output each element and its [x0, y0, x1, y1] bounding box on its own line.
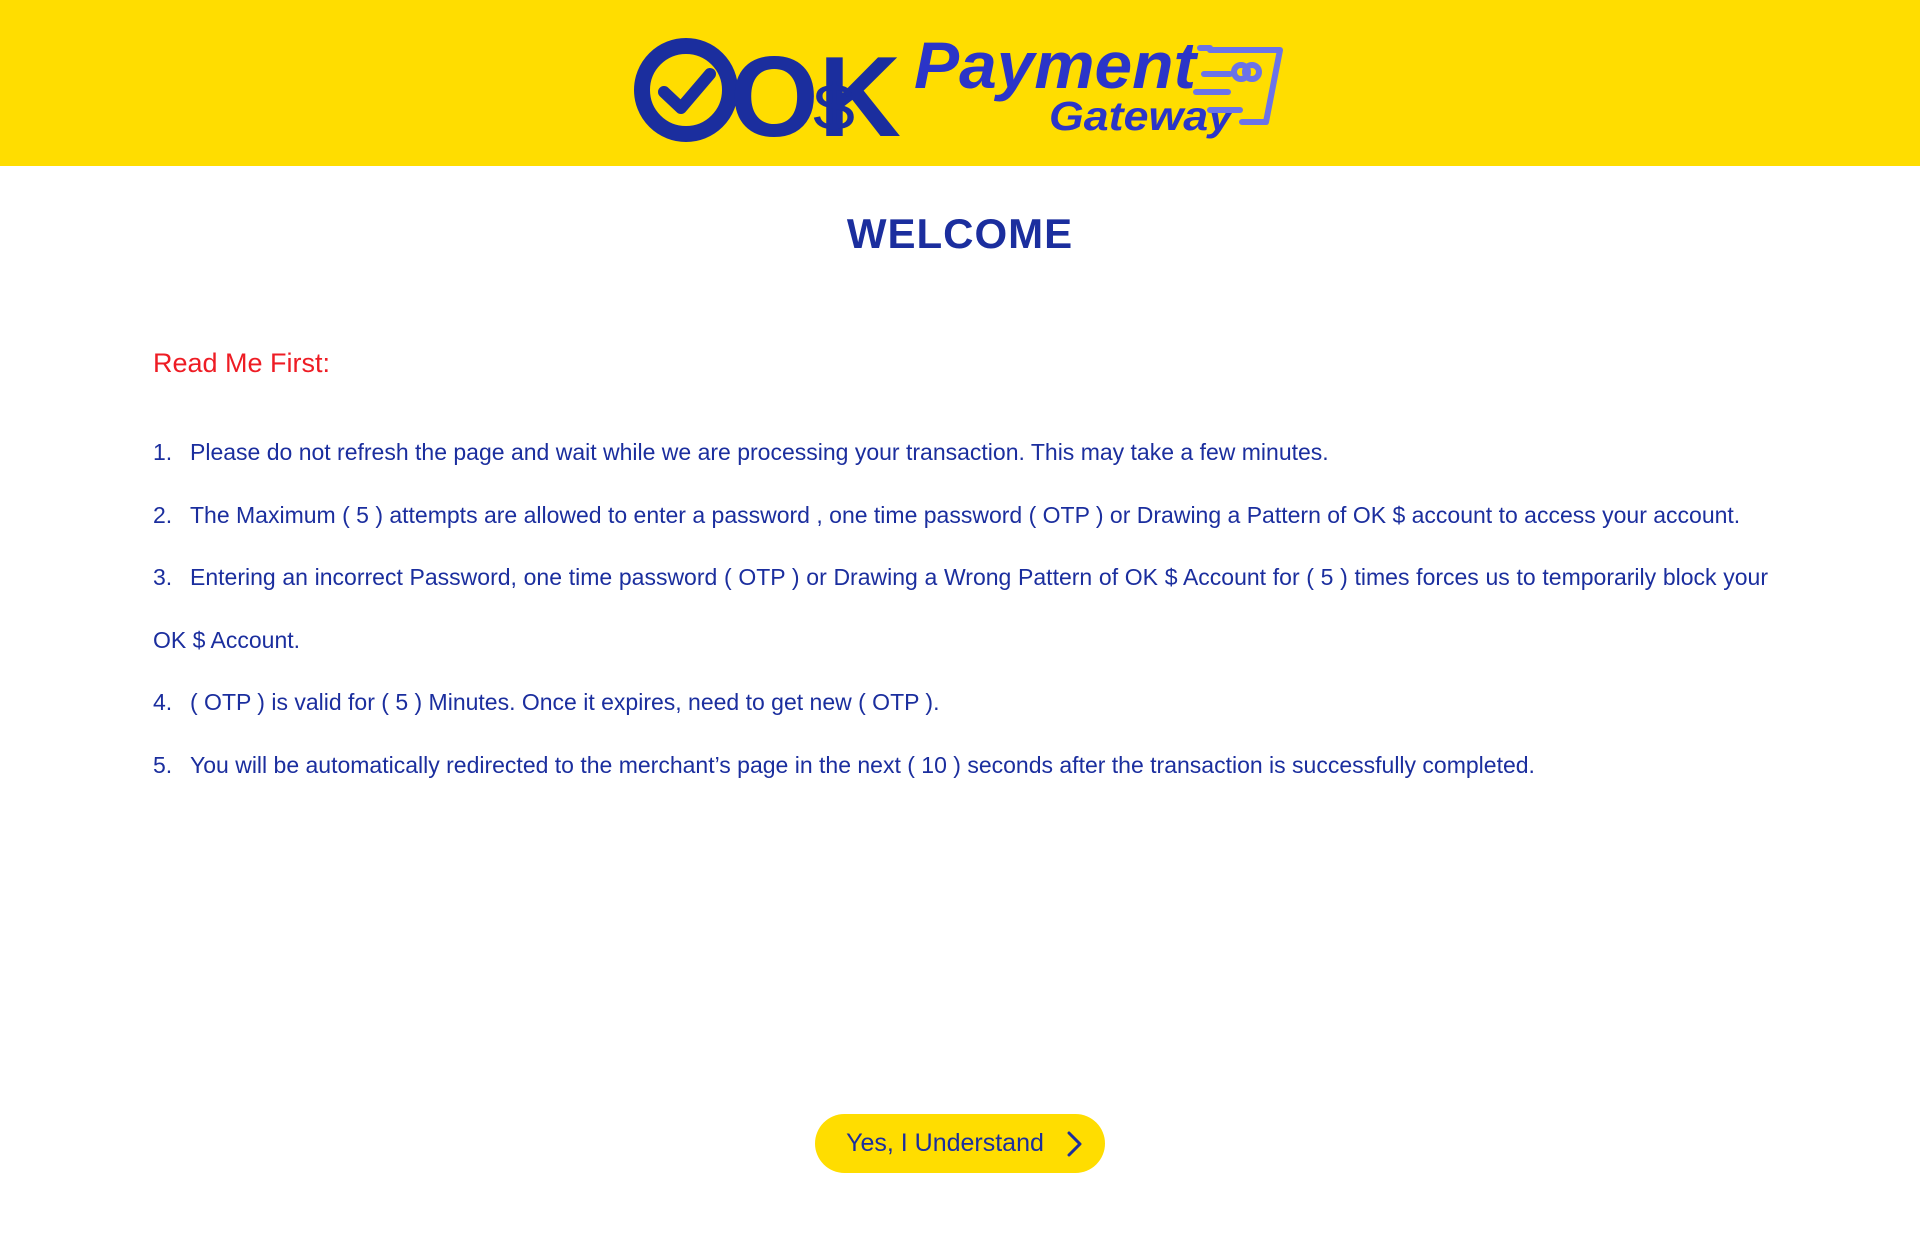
- logo-title-gateway: Gateway: [1049, 93, 1235, 139]
- rule-number: 1.: [153, 439, 173, 465]
- rule-item-3: 3. Entering an incorrect Password, one ti…: [153, 546, 1768, 671]
- read-first-label: Read Me First:: [153, 348, 331, 378]
- page-title: WELCOME: [846, 210, 1074, 257]
- rule-number: 2.: [153, 501, 173, 528]
- chevron-right-icon: [1067, 1131, 1082, 1156]
- card-icon: [1193, 45, 1283, 125]
- rule-text: Entering an incorrect Password, one time…: [153, 564, 1768, 653]
- instructions-panel: Read Me First: 1. Please do not refresh …: [153, 348, 1768, 796]
- header-bar: OK $ Payment Gateway: [0, 0, 1920, 166]
- rule-number: 4.: [153, 689, 173, 715]
- rule-item-2: 2. The Maximum ( 5 ) attempts are allowed…: [153, 484, 1768, 547]
- rule-item-5: 5. You will be automatically redirected …: [153, 734, 1768, 797]
- logo-currency-symbol: $: [813, 70, 855, 144]
- ok-check-icon: [634, 38, 738, 142]
- yes-i-understand-button[interactable]: Yes, I Understand: [815, 1114, 1105, 1173]
- logo-graphic: OK $ Payment Gateway: [634, 30, 1283, 150]
- rule-number: 5.: [153, 751, 173, 778]
- rule-item-4: 4. ( OTP ) is valid for ( 5 ) Minutes. O…: [153, 671, 1768, 734]
- rules-list: 1. Please do not refresh the page and wa…: [153, 421, 1768, 796]
- rule-text: ( OTP ) is valid for ( 5 ) Minutes. Once…: [190, 689, 940, 715]
- okdollar-payment-gateway-logo: OK $ Payment Gateway: [630, 30, 1290, 150]
- yes-i-understand-label: Yes, I Understand: [846, 1129, 1044, 1157]
- rule-text: You will be automatically redirected to …: [190, 751, 1535, 778]
- rule-text: The Maximum ( 5 ) attempts are allowed t…: [190, 501, 1741, 528]
- rule-item-1: 1. Please do not refresh the page and wa…: [153, 421, 1768, 484]
- rule-text: Please do not refresh the page and wait …: [190, 439, 1329, 465]
- logo-title-payment: Payment: [914, 30, 1199, 102]
- rule-number: 3.: [153, 564, 173, 590]
